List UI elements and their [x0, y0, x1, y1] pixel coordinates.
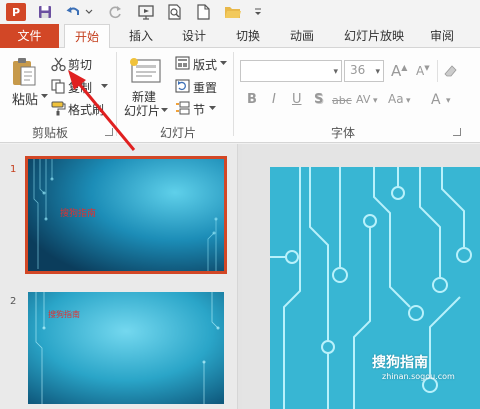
slide-number-1: 1: [10, 164, 17, 175]
section-button[interactable]: 节: [193, 101, 205, 118]
tab-insert[interactable]: 插入: [120, 24, 162, 48]
tab-design[interactable]: 设计: [172, 24, 216, 48]
font-divider: [437, 60, 438, 82]
change-case-dropdown-icon[interactable]: ▾: [406, 96, 411, 106]
print-preview-icon[interactable]: [164, 3, 184, 21]
font-dialog-launcher[interactable]: [453, 128, 461, 136]
slides-group-label: 幻灯片: [160, 126, 197, 140]
font-group-label: 字体: [331, 126, 356, 140]
cut-button[interactable]: 剪切: [68, 56, 92, 73]
scissors-icon[interactable]: [50, 56, 66, 72]
paste-dropdown-icon[interactable]: [40, 90, 48, 102]
new-slide-label-line2[interactable]: 幻灯片: [124, 102, 160, 119]
font-name-dropdown-icon[interactable]: ▾: [333, 67, 338, 77]
section-icon[interactable]: [174, 100, 190, 116]
clipboard-dialog-launcher[interactable]: [105, 128, 113, 136]
font-size-dropdown-icon[interactable]: ▾: [375, 67, 380, 77]
group-separator: [233, 52, 234, 136]
copy-dropdown-icon[interactable]: [100, 82, 108, 90]
font-size-box[interactable]: 36 ▾: [344, 60, 384, 82]
open-icon[interactable]: [222, 3, 244, 21]
layout-dropdown-icon[interactable]: [219, 59, 227, 67]
from-beginning-icon[interactable]: [136, 3, 156, 21]
font-color-dropdown-icon[interactable]: ▾: [446, 96, 451, 106]
layout-button[interactable]: 版式: [193, 56, 217, 73]
paste-button[interactable]: 粘贴: [12, 89, 38, 108]
font-color-button[interactable]: A: [431, 92, 441, 108]
slide-thumbnail-1-background: [28, 159, 224, 271]
tab-animations[interactable]: 动画: [280, 24, 324, 48]
underline-button[interactable]: U: [292, 92, 302, 107]
clear-formatting-icon[interactable]: [442, 62, 460, 80]
section-dropdown-icon[interactable]: [208, 104, 216, 112]
save-icon[interactable]: [36, 3, 54, 21]
powerpoint-app-icon: P: [6, 3, 26, 21]
font-size-value: 36: [350, 63, 366, 77]
format-painter-button[interactable]: 格式刷: [68, 101, 104, 118]
copy-button[interactable]: 复制: [68, 79, 92, 96]
clipboard-group-label: 剪贴板: [32, 126, 69, 140]
change-case-button[interactable]: Aa: [388, 92, 404, 106]
slide-thumbnail-1-title: 搜狗指南: [60, 209, 97, 219]
format-painter-icon[interactable]: [50, 100, 66, 116]
shadow-button[interactable]: S: [314, 92, 323, 107]
reset-button[interactable]: 重置: [193, 79, 217, 96]
ribbon: 粘贴 剪切 复制 格式刷 剪贴板 新建 幻灯片 版式 重置 节 幻灯片 ▾ 36…: [0, 48, 480, 143]
undo-dropdown-icon[interactable]: [84, 3, 94, 21]
font-name-box[interactable]: ▾: [240, 60, 342, 82]
group-separator: [116, 52, 117, 136]
redo-icon[interactable]: [106, 3, 124, 21]
character-spacing-dropdown-icon[interactable]: ▾: [373, 96, 378, 106]
shrink-font-label: A: [416, 64, 425, 78]
new-slide-icon[interactable]: [128, 56, 162, 86]
tab-slideshow[interactable]: 幻灯片放映: [334, 24, 414, 48]
tab-home[interactable]: 开始: [64, 24, 110, 49]
ribbon-tabs: 文件 开始 插入 设计 切换 动画 幻灯片放映 审阅: [0, 24, 480, 49]
tab-file[interactable]: 文件: [0, 24, 59, 48]
tab-transitions[interactable]: 切换: [226, 24, 270, 48]
shrink-font-button[interactable]: A▼: [416, 64, 430, 78]
slide-thumbnail-2-title: 搜狗指南: [48, 310, 80, 319]
copy-icon[interactable]: [50, 78, 66, 94]
undo-icon[interactable]: [64, 3, 82, 21]
tab-review[interactable]: 审阅: [420, 24, 464, 48]
grow-font-button[interactable]: A▲: [391, 62, 407, 80]
slide-number-2: 2: [10, 296, 17, 307]
character-spacing-button[interactable]: AV: [356, 93, 370, 106]
layout-icon[interactable]: [174, 55, 190, 71]
watermark-url-text: zhinan.sogou.com: [382, 372, 455, 381]
new-icon[interactable]: [194, 3, 212, 21]
slide-thumbnail-1[interactable]: 搜狗指南: [25, 156, 227, 274]
quick-access-toolbar: P: [0, 0, 480, 24]
strikethrough-button[interactable]: abc: [332, 94, 352, 107]
grow-font-label: A: [391, 62, 402, 80]
paste-icon[interactable]: [10, 56, 38, 88]
slide-thumbnail-2[interactable]: 搜狗指南: [28, 292, 224, 404]
customize-quick-access-icon[interactable]: [252, 3, 264, 21]
new-slide-dropdown-icon[interactable]: [160, 106, 168, 114]
watermark: 搜狗指南 zhinan.sogou.com: [372, 352, 455, 381]
bold-button[interactable]: B: [247, 92, 257, 107]
reset-icon[interactable]: [174, 78, 190, 94]
italic-button[interactable]: I: [272, 92, 276, 107]
watermark-main-text: 搜狗指南: [372, 355, 428, 371]
